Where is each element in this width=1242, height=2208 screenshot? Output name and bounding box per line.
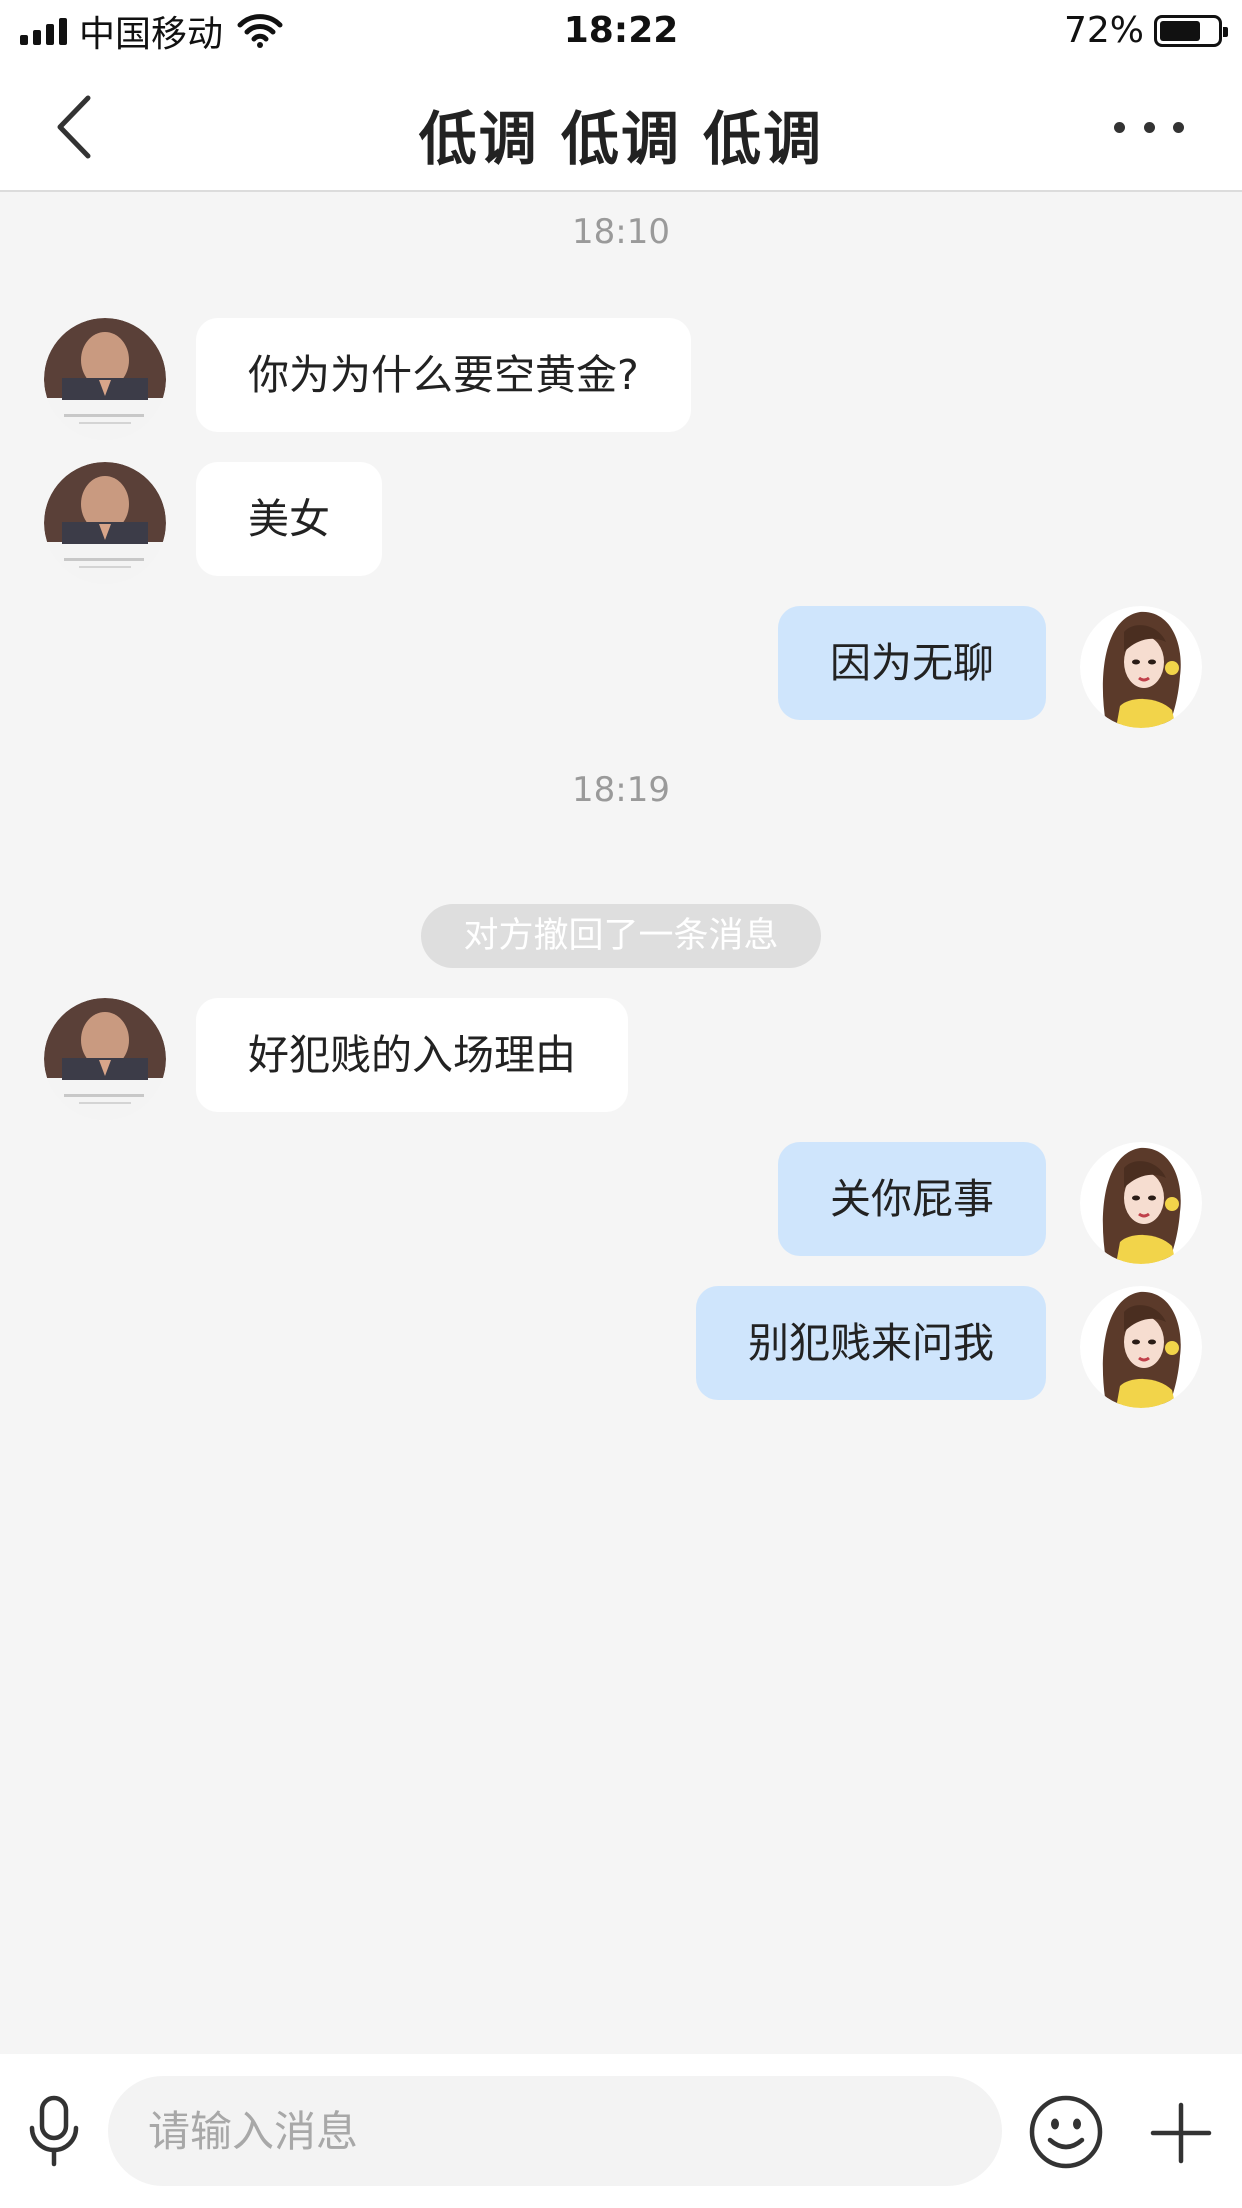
message-bubble-incoming[interactable]: 你为为什么要空黄金? [196, 318, 691, 432]
battery-icon [1154, 14, 1228, 47]
smiley-icon[interactable] [1028, 2094, 1104, 2170]
message-bubble-outgoing[interactable]: 别犯贱来问我 [696, 1286, 1046, 1400]
chat-area[interactable]: 18:10 你为为什么要空黄金? 美女 因为无聊 18:19 对方撤回了一条消息… [0, 192, 1242, 2054]
plus-icon[interactable] [1150, 2102, 1212, 2164]
more-dots-icon[interactable] [1114, 114, 1184, 140]
timestamp: 18:10 [572, 212, 670, 252]
message-bubble-incoming[interactable]: 好犯贱的入场理由 [196, 998, 628, 1112]
contact-avatar[interactable] [44, 462, 166, 584]
status-right: 72% [1063, 10, 1228, 51]
user-avatar[interactable] [1080, 1286, 1202, 1408]
battery-percent: 72% [1063, 10, 1144, 51]
message-bubble-outgoing[interactable]: 关你屁事 [778, 1142, 1046, 1256]
microphone-icon[interactable] [24, 2094, 84, 2168]
message-input[interactable] [108, 2076, 1002, 2186]
timestamp: 18:19 [572, 770, 670, 810]
contact-avatar[interactable] [44, 998, 166, 1120]
page-title: 低调 低调 低调 [418, 105, 824, 173]
status-time: 18:22 [563, 10, 679, 51]
battery-tip [1223, 26, 1228, 37]
user-avatar[interactable] [1080, 606, 1202, 728]
user-avatar[interactable] [1080, 1142, 1202, 1264]
message-bubble-outgoing[interactable]: 因为无聊 [778, 606, 1046, 720]
message-bubble-incoming[interactable]: 美女 [196, 462, 382, 576]
battery-fill [1160, 20, 1201, 41]
contact-avatar[interactable] [44, 318, 166, 440]
recall-notice: 对方撤回了一条消息 [421, 904, 821, 968]
nav-bar: 低调 低调 低调 [0, 62, 1242, 192]
input-bar [0, 2054, 1242, 2208]
status-bar: 中国移动 18:22 72% [0, 0, 1242, 62]
